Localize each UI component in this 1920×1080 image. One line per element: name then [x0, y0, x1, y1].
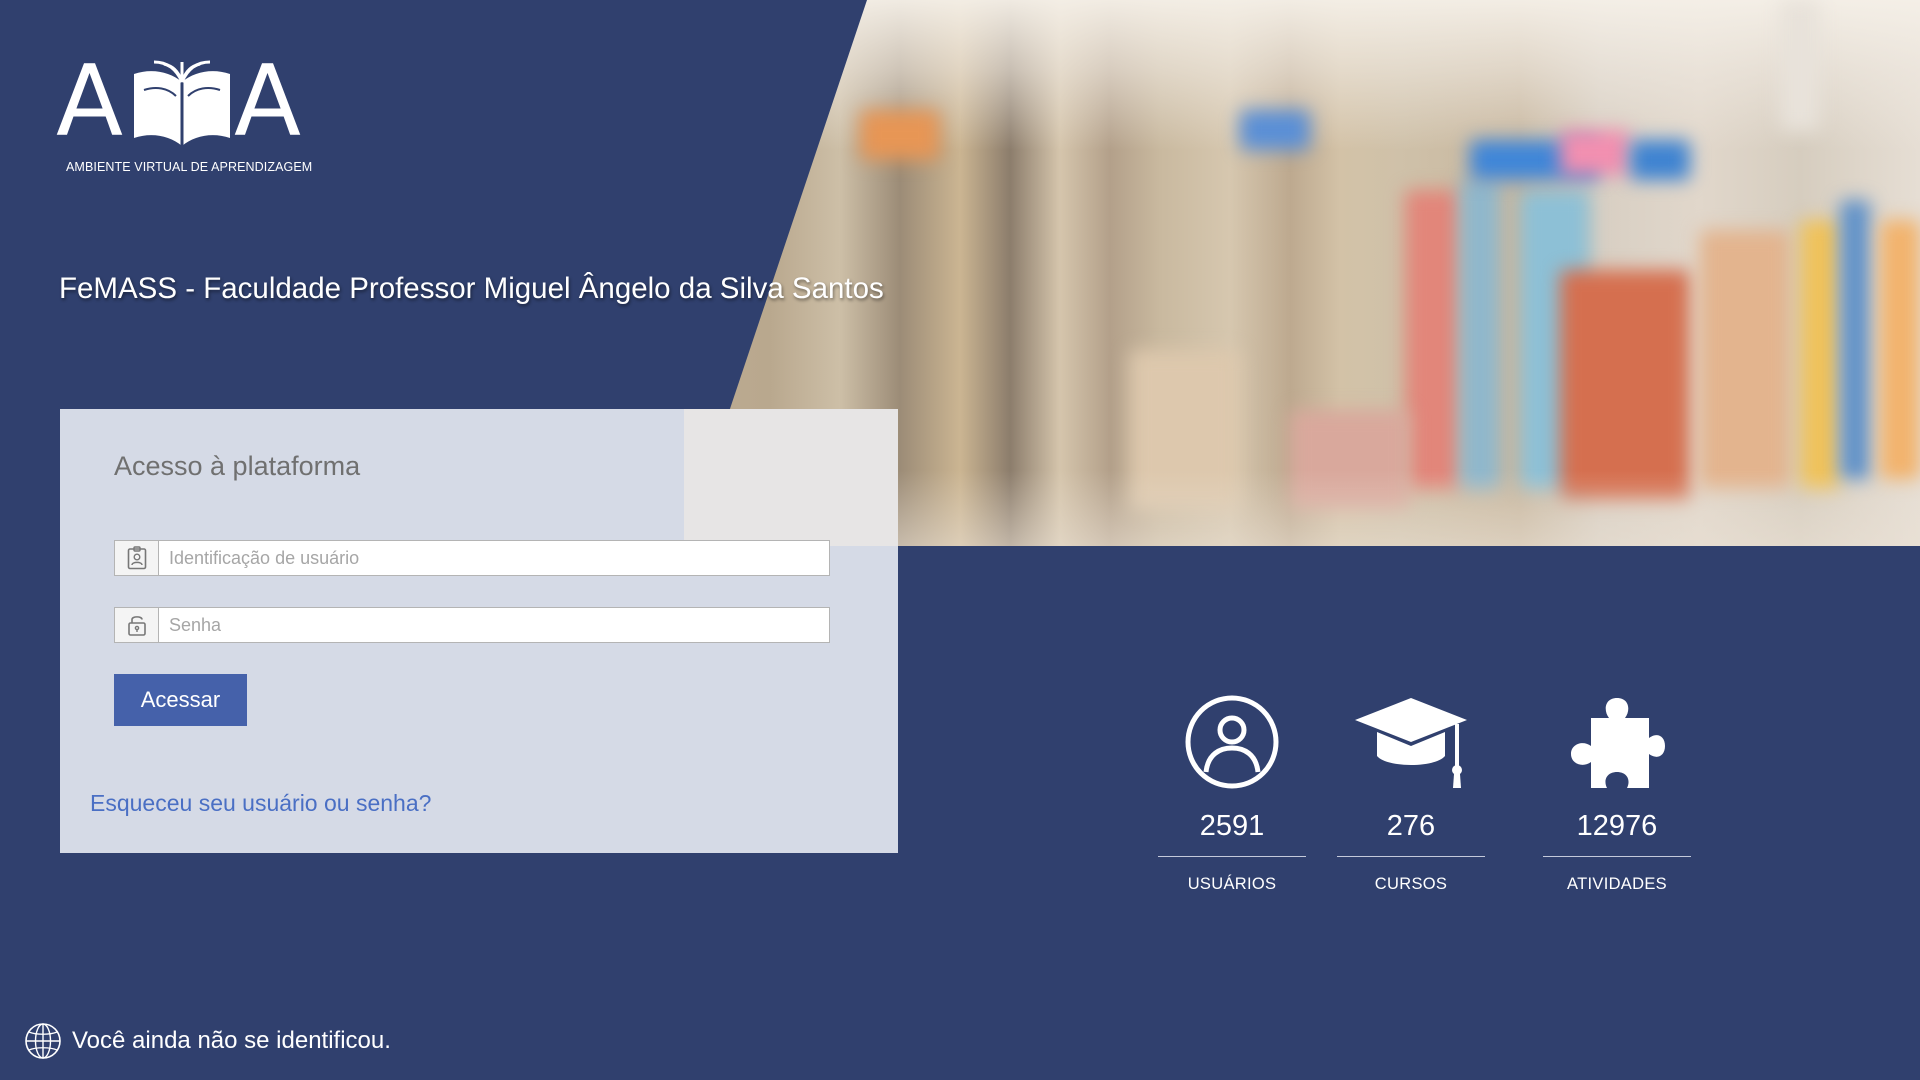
book-decor — [1560, 130, 1630, 175]
logo-letter-right: A — [234, 45, 302, 159]
puzzle-piece-icon — [1542, 686, 1692, 790]
open-book-icon — [134, 60, 230, 146]
globe-icon — [25, 1023, 61, 1059]
username-input[interactable] — [159, 541, 829, 575]
ava-logo: A A AMBIENTE VIRTUAL DE APRENDIZAGEM — [56, 45, 312, 180]
stat-courses: 276 CURSOS — [1336, 686, 1486, 894]
book-decor — [1460, 180, 1500, 490]
book-decor — [1405, 190, 1460, 490]
stat-value: 2591 — [1199, 810, 1265, 842]
graduation-cap-icon — [1336, 686, 1486, 790]
username-field — [114, 540, 830, 576]
password-field — [114, 607, 830, 643]
book-decor — [1630, 140, 1690, 180]
book-decor — [1560, 270, 1690, 500]
book-decor — [1840, 200, 1870, 480]
stat-label: USUÁRIOS — [1187, 875, 1277, 893]
stat-activities: 12976 ATIVIDADES — [1542, 686, 1692, 894]
user-circle-icon — [1157, 686, 1307, 790]
stat-users: 2591 USUÁRIOS — [1157, 686, 1307, 894]
stat-label: CURSOS — [1374, 875, 1448, 893]
login-status: Você ainda não se identificou. — [24, 1022, 391, 1060]
logo-letter-left: A — [56, 45, 124, 159]
book-decor — [1240, 110, 1310, 150]
book-decor — [1780, 0, 1820, 130]
login-title: Acesso à plataforma — [114, 451, 361, 481]
logo-caption: AMBIENTE VIRTUAL DE APRENDIZAGEM — [66, 160, 313, 174]
divider — [1543, 856, 1691, 857]
book-decor — [860, 110, 940, 160]
book-decor — [1700, 230, 1790, 490]
divider — [1337, 856, 1485, 857]
stat-label: ATIVIDADES — [1567, 875, 1667, 893]
stat-value: 276 — [1386, 810, 1436, 842]
stat-value: 12976 — [1576, 810, 1658, 842]
book-decor — [1800, 220, 1840, 490]
book-decor — [1880, 220, 1920, 480]
login-status-text: Você ainda não se identificou. — [72, 1027, 391, 1054]
id-badge-icon — [115, 541, 159, 575]
institution-title: FeMASS - Faculdade Professor Miguel Ânge… — [59, 272, 884, 305]
login-submit-button[interactable]: Acessar — [114, 674, 247, 726]
password-input[interactable] — [159, 608, 829, 642]
forgot-password-link[interactable]: Esqueceu seu usuário ou senha? — [90, 790, 431, 817]
divider — [1158, 856, 1306, 857]
login-card: Acesso à plataforma Acessar Esqueceu seu… — [60, 409, 898, 853]
lock-icon — [115, 608, 159, 642]
